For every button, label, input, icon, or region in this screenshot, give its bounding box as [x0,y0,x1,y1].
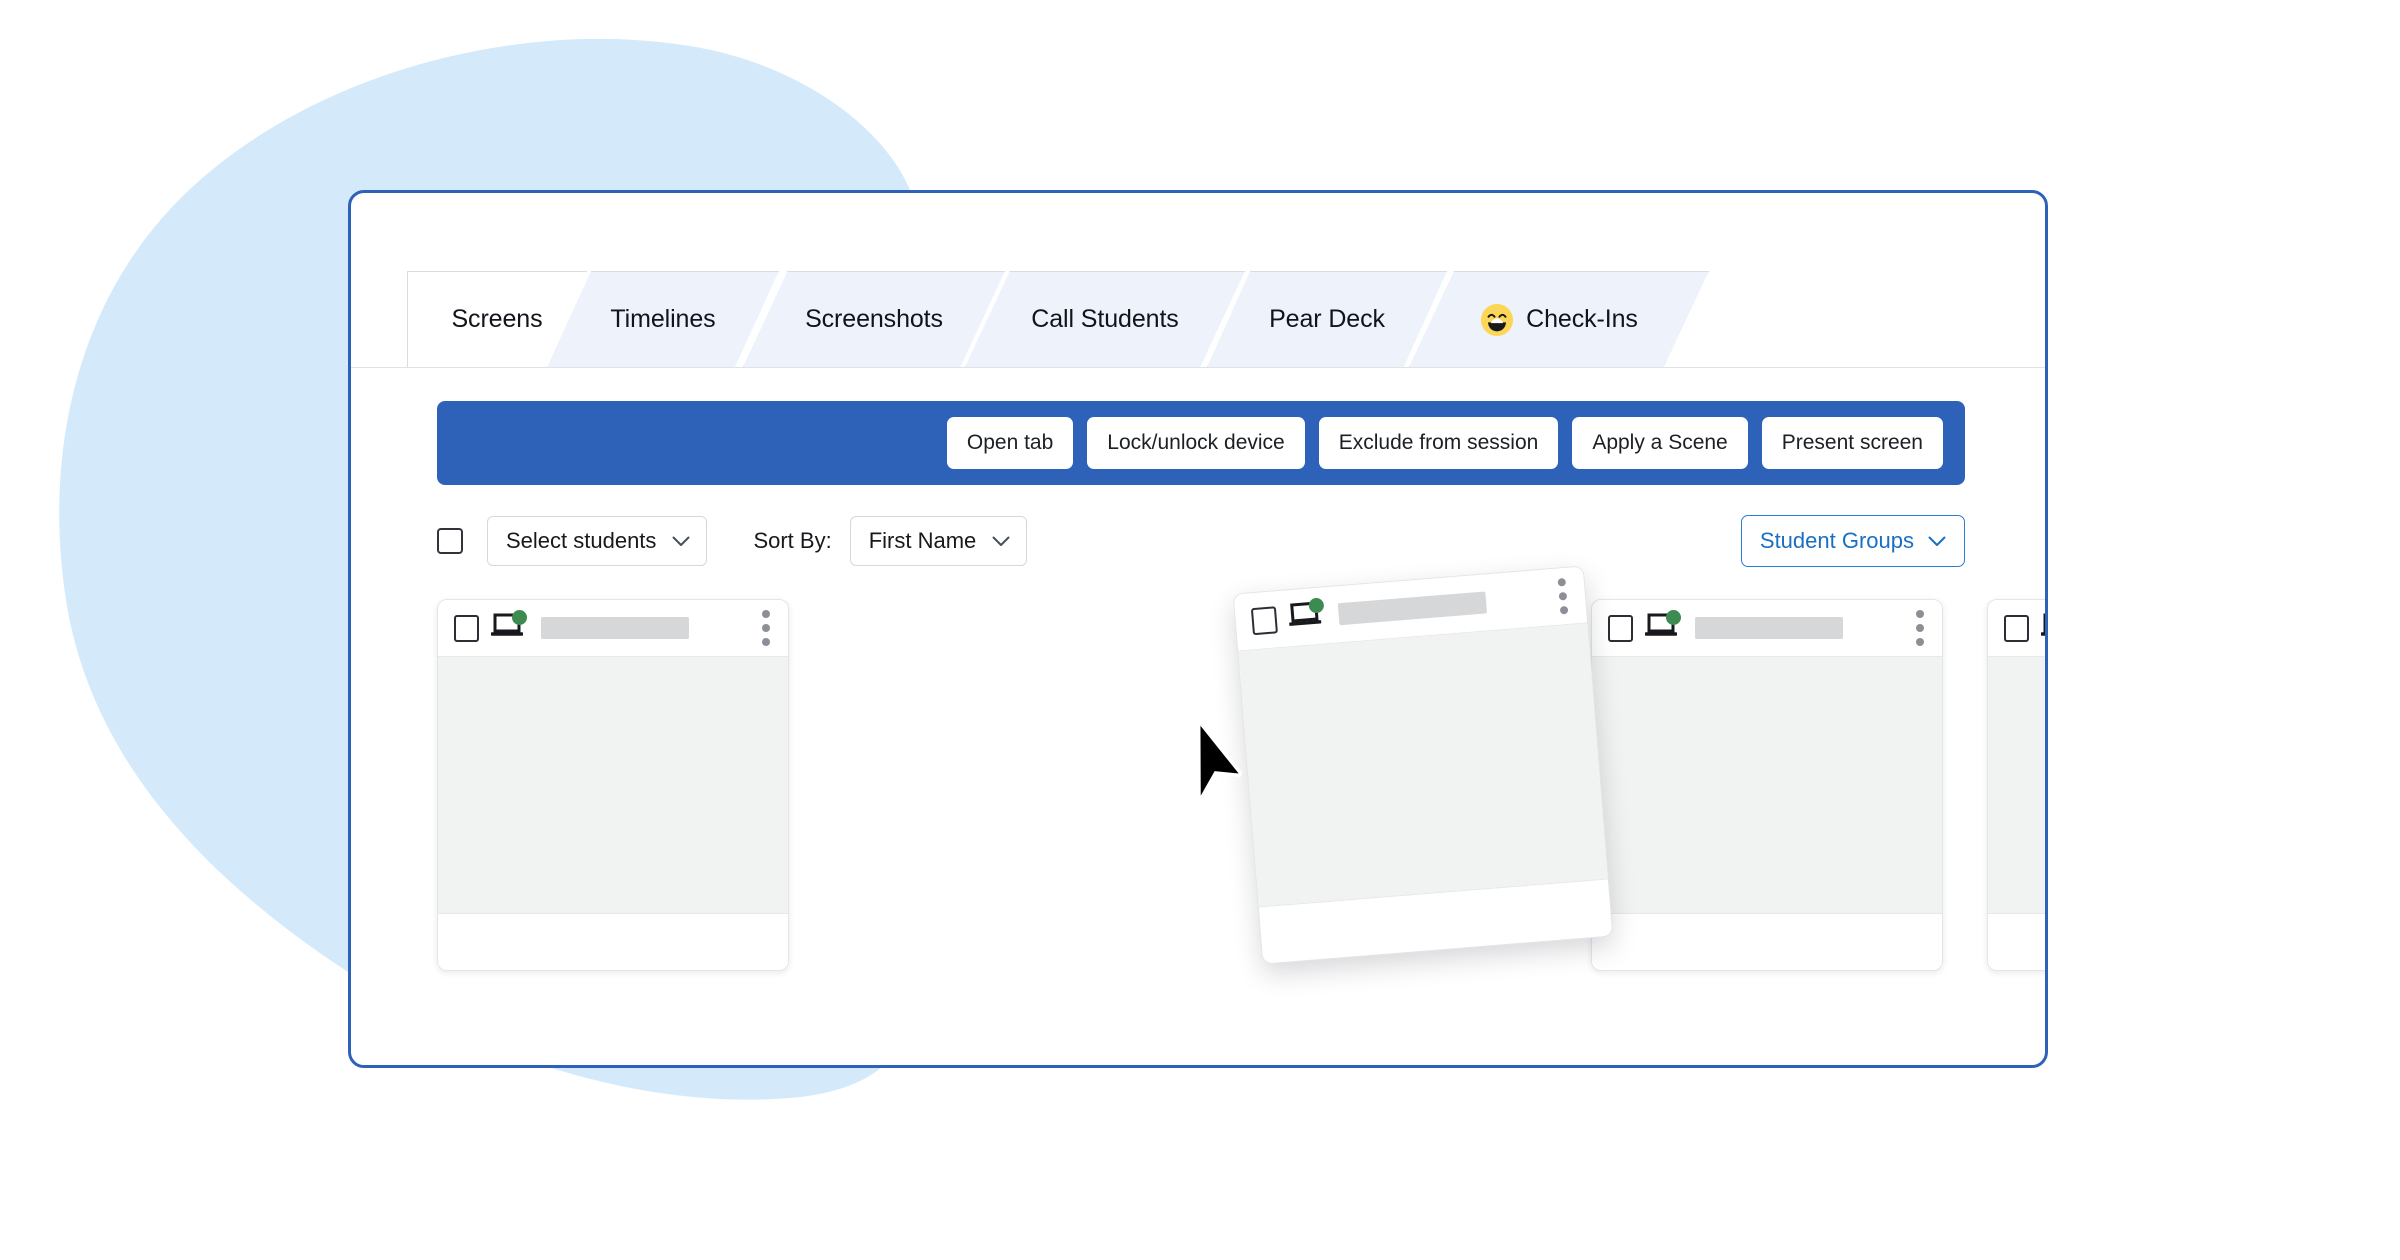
student-card-footer [1988,914,2045,970]
student-card[interactable] [1987,599,2045,971]
student-groups-button[interactable]: Student Groups [1740,515,1965,567]
student-select-checkbox[interactable] [1250,605,1278,635]
chevron-down-icon [672,536,690,546]
sort-by-label: Sort By: [753,528,832,553]
student-card-footer [1592,914,1942,970]
present-screen-button[interactable]: Present screen [1761,417,1943,469]
student-groups-label: Student Groups [1759,528,1914,553]
exclude-from-session-button[interactable]: Exclude from session [1318,417,1559,469]
select-all-checkbox[interactable] [437,528,463,554]
tab-call-students-label: Call Students [1031,305,1179,333]
tab-timelines[interactable]: Timelines [547,271,779,367]
laptop-icon [2041,613,2045,636]
student-card-header [1592,600,1942,657]
device-status [491,610,527,643]
card-kebab-menu-icon[interactable] [762,610,770,646]
student-screen-preview[interactable] [438,657,788,914]
tab-call-students[interactable]: Call Students [965,271,1245,367]
online-status-dot [1666,610,1681,625]
open-tab-button[interactable]: Open tab [946,417,1074,469]
device-status [1288,597,1325,633]
chevron-down-icon [992,536,1010,546]
tab-screenshots[interactable]: Screenshots [743,271,1005,367]
tab-bar: Screens Timelines Screenshots Call Stude… [351,193,2045,368]
select-students-label: Select students [506,528,657,553]
app-window: Screens Timelines Screenshots Call Stude… [348,190,2048,1068]
device-status [2041,613,2045,643]
student-card-header [438,600,788,657]
student-screen-preview[interactable] [1988,657,2045,914]
student-screen-preview[interactable] [1592,657,1942,914]
select-students-dropdown[interactable]: Select students [487,516,708,566]
student-name-placeholder [1337,591,1488,626]
student-screen-preview[interactable] [1238,623,1608,908]
sort-by-dropdown[interactable]: First Name [849,516,1028,566]
tab-check-ins[interactable]: Check-Ins [1409,271,1709,367]
lock-unlock-device-button[interactable]: Lock/unlock device [1087,417,1305,469]
tab-check-ins-label: Check-Ins [1526,305,1638,333]
tab-pear-deck-label: Pear Deck [1269,305,1385,333]
tab-pear-deck[interactable]: Pear Deck [1207,271,1447,367]
online-status-dot [1308,597,1325,614]
student-card-footer [438,914,788,970]
filter-row: Select students Sort By: First Name Stud… [437,515,1965,567]
action-toolbar: Open tab Lock/unlock device Exclude from… [437,401,1965,485]
student-card-header [1988,600,2045,657]
tab-timelines-label: Timelines [610,305,716,333]
student-name-placeholder [1695,617,1843,639]
student-card[interactable] [437,599,789,971]
device-status [1645,610,1681,643]
card-kebab-menu-icon[interactable] [1916,610,1924,646]
student-name-placeholder [541,617,689,639]
grinning-face-emoji-icon [1481,303,1514,336]
student-card-dragging[interactable] [1232,565,1614,965]
student-card[interactable] [1591,599,1943,971]
tab-screens-label: Screens [451,305,543,333]
card-kebab-menu-icon[interactable] [1557,577,1569,615]
student-select-checkbox[interactable] [1608,614,1633,642]
student-select-checkbox[interactable] [454,614,479,642]
sort-by-value-label: First Name [868,528,977,553]
student-select-checkbox[interactable] [2004,614,2029,642]
tab-screenshots-label: Screenshots [805,305,943,333]
apply-a-scene-button[interactable]: Apply a Scene [1572,417,1748,469]
online-status-dot [512,610,527,625]
chevron-down-icon [1928,536,1946,546]
